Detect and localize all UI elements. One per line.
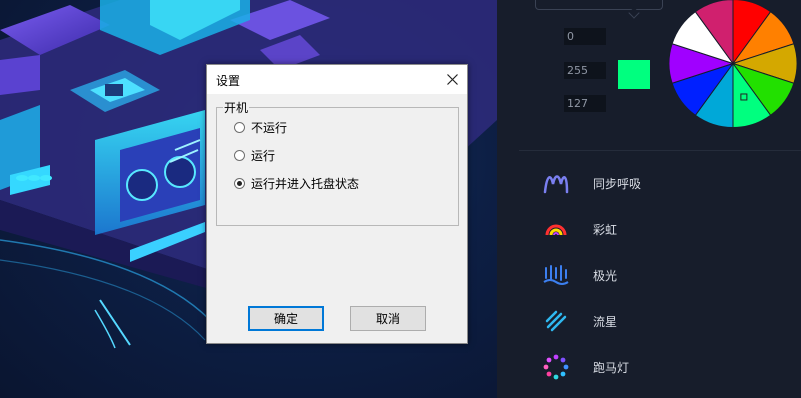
radio-circle-checked[interactable]: [234, 178, 245, 189]
red-value-field[interactable]: 0: [564, 28, 606, 45]
blue-value-field[interactable]: 127: [564, 95, 606, 112]
radio-run[interactable]: 运行: [234, 147, 275, 164]
effect-marquee[interactable]: 跑马灯: [541, 352, 741, 382]
radio-label: 运行并进入托盘状态: [251, 177, 360, 191]
radio-label: 不运行: [251, 121, 288, 135]
color-wheel[interactable]: [666, 0, 800, 129]
effect-label: 跑马灯: [593, 360, 630, 375]
cancel-button[interactable]: 取消: [350, 306, 426, 331]
lighting-panel: 0 255 127 同步呼吸 彩虹 极光 流星 跑马灯: [497, 0, 801, 398]
tooltip-frame: [535, 0, 663, 10]
effect-label: 同步呼吸: [593, 176, 642, 191]
panel-divider: [519, 150, 801, 151]
aurora-icon: [541, 260, 571, 290]
radio-circle[interactable]: [234, 122, 245, 133]
radio-no-run[interactable]: 不运行: [234, 119, 287, 136]
meteor-icon: [541, 306, 571, 336]
effect-label: 极光: [593, 268, 618, 283]
close-button[interactable]: [437, 65, 467, 94]
rainbow-arc-icon: [541, 214, 571, 244]
close-icon: [446, 74, 458, 85]
settings-dialog: 设置 开机 不运行 运行 运行并进入托盘状态 确定 取消: [206, 64, 468, 344]
dialog-title: 设置: [216, 74, 241, 88]
effect-label: 彩虹: [593, 222, 618, 237]
radio-label: 运行: [251, 149, 276, 163]
marquee-ring-icon: [541, 352, 571, 382]
ok-button[interactable]: 确定: [248, 306, 324, 331]
app-window: 0 255 127 同步呼吸 彩虹 极光 流星 跑马灯 设置 开机 不运行 运行…: [0, 0, 801, 398]
radio-run-to-tray[interactable]: 运行并进入托盘状态: [234, 175, 359, 192]
effect-label: 流星: [593, 314, 618, 329]
radio-circle[interactable]: [234, 150, 245, 161]
startup-group-label: 开机: [223, 99, 250, 116]
dialog-titlebar[interactable]: 设置: [207, 65, 467, 94]
effect-sync-breathing[interactable]: 同步呼吸: [541, 168, 741, 198]
effect-aurora[interactable]: 极光: [541, 260, 741, 290]
breathing-wave-icon: [541, 168, 571, 198]
effect-meteor[interactable]: 流星: [541, 306, 741, 336]
selected-color-swatch: [618, 60, 650, 89]
green-value-field[interactable]: 255: [564, 62, 606, 79]
effect-rainbow[interactable]: 彩虹: [541, 214, 741, 244]
